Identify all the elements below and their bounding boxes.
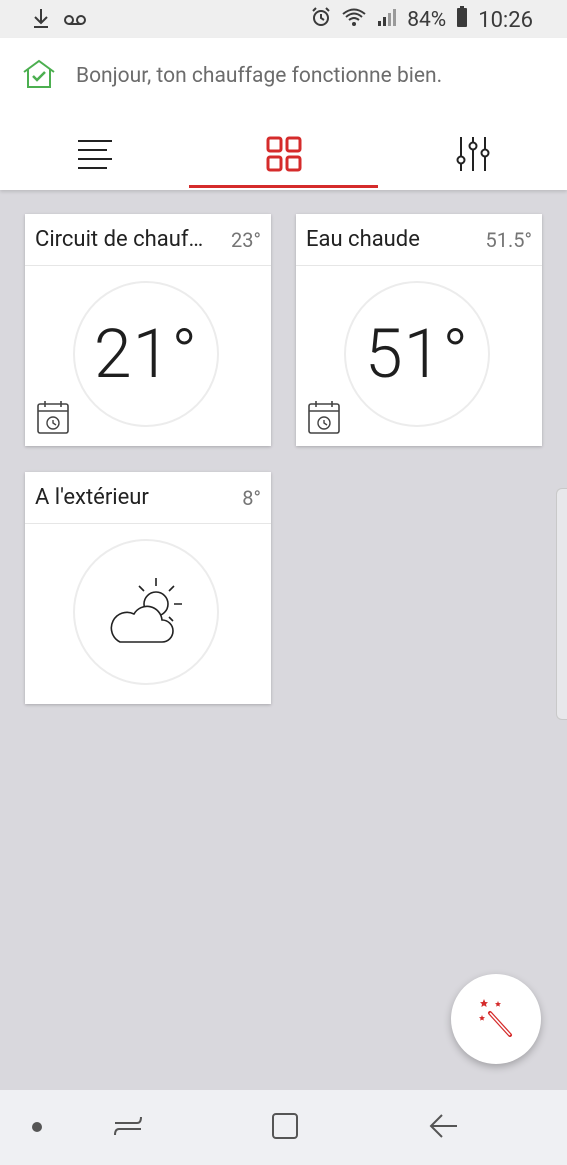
setpoint-value: 51° (364, 314, 470, 394)
calendar-clock-icon[interactable] (308, 400, 340, 438)
setpoint-value: 21° (93, 314, 199, 394)
home-button[interactable] (255, 1090, 315, 1165)
battery-percent: 84% (407, 8, 447, 32)
tab-settings[interactable] (378, 122, 567, 190)
status-bar: 84% 10:26 (0, 0, 567, 38)
temperature-dial: 51° (344, 281, 490, 427)
status-banner: Bonjour, ton chauffage fonctionne bien. (22, 58, 442, 94)
nav-dot-button[interactable] (22, 1090, 52, 1165)
card-current-value: 8° (242, 485, 261, 510)
outdoor-card[interactable]: A l'extérieur 8° (25, 472, 271, 704)
partly-cloudy-icon (106, 574, 186, 650)
voicemail-icon (64, 9, 86, 33)
hot-water-card[interactable]: Eau chaude 51.5° 51° (296, 214, 542, 446)
home-check-icon (22, 59, 56, 93)
tab-bar (0, 122, 567, 190)
card-title: Eau chaude (306, 227, 420, 252)
recents-icon (113, 1113, 143, 1143)
battery-icon (456, 6, 468, 34)
alarm-icon (311, 7, 331, 33)
weather-dial (73, 539, 219, 685)
clock: 10:26 (478, 7, 533, 33)
recents-button[interactable] (98, 1090, 158, 1165)
card-current-value: 51.5° (485, 227, 532, 252)
card-current-value: 23° (231, 227, 261, 252)
tab-dashboard[interactable] (189, 122, 378, 190)
temperature-dial: 21° (73, 281, 219, 427)
card-header: A l'extérieur 8° (25, 472, 271, 524)
magic-wand-icon (478, 997, 514, 1041)
download-icon (32, 8, 50, 34)
back-button[interactable] (414, 1090, 474, 1165)
card-header: Circuit de chauf… 23° (25, 214, 271, 266)
tab-list[interactable] (0, 122, 189, 190)
back-icon (429, 1113, 459, 1143)
card-header: Eau chaude 51.5° (296, 214, 542, 266)
app-header: Bonjour, ton chauffage fonctionne bien. (0, 38, 567, 190)
wifi-icon (341, 7, 367, 33)
signal-icon (377, 7, 397, 33)
card-title: Circuit de chauf… (35, 227, 204, 252)
magic-wand-button[interactable] (451, 974, 541, 1064)
home-icon (271, 1112, 299, 1144)
calendar-clock-icon[interactable] (37, 400, 69, 438)
sliders-icon (455, 136, 491, 176)
edge-panel-handle[interactable] (556, 488, 567, 720)
card-title: A l'extérieur (35, 485, 149, 510)
grid-icon (266, 136, 302, 176)
banner-text: Bonjour, ton chauffage fonctionne bien. (76, 64, 443, 88)
heating-circuit-card[interactable]: Circuit de chauf… 23° 21° (25, 214, 271, 446)
dot-icon (31, 1118, 43, 1137)
menu-icon (77, 139, 113, 173)
system-nav-bar (0, 1090, 567, 1165)
